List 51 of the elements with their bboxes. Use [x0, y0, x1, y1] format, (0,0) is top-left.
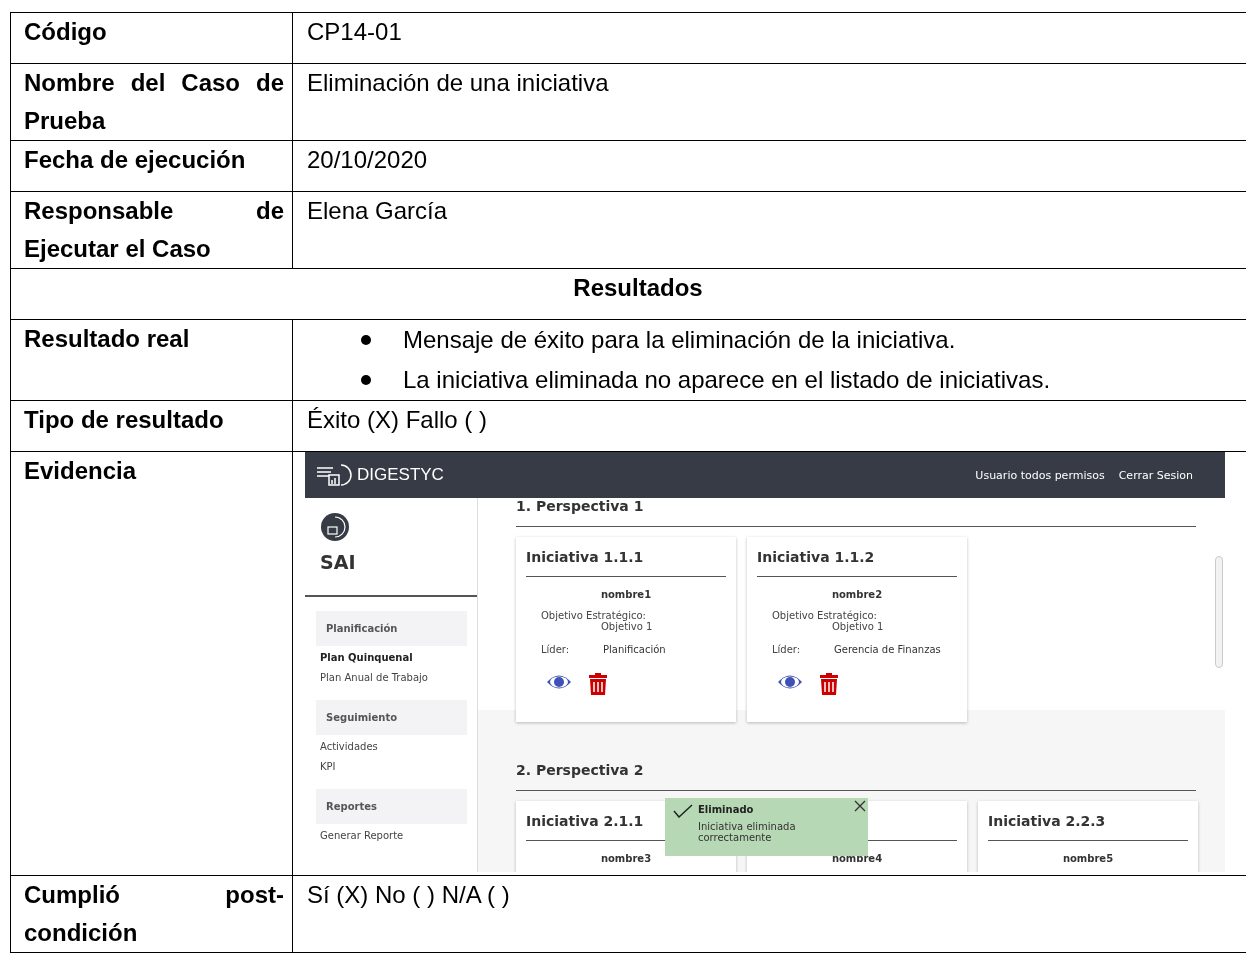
user-link[interactable]: Usuario todos permisos	[975, 468, 1105, 482]
initiative-name: nombre4	[830, 853, 884, 864]
field-label: Nombre del Caso de Prueba	[10, 63, 293, 141]
objective-label: Objetivo Estratégico:	[540, 610, 647, 621]
sidebar-item[interactable]: Actividades	[316, 735, 467, 755]
field-label: Responsable de Ejecutar el Caso	[10, 191, 293, 269]
eye-icon[interactable]	[546, 673, 572, 691]
objective-value: Objetivo 1	[601, 621, 654, 632]
sidebar-item[interactable]: KPI	[316, 755, 467, 775]
app-name: SAI	[320, 551, 357, 573]
initiative-name: nombre5	[1061, 853, 1115, 864]
leader-value: Gerencia de Finanzas	[834, 644, 941, 655]
objective-label: Objetivo Estratégico:	[771, 610, 878, 621]
scrollbar[interactable]	[1215, 556, 1223, 668]
leader-value: Planificación	[603, 644, 666, 655]
sidebar-item[interactable]: Plan Anual de Trabajo	[316, 666, 467, 686]
initiative-name: nombre1	[599, 589, 653, 600]
sidebar-section-header: Seguimiento	[316, 700, 467, 735]
card-title: Iniciativa 2.2.3	[988, 811, 1188, 841]
field-value: CP14-01	[292, 12, 1246, 64]
objective-value: Objetivo 1	[832, 621, 885, 632]
perspective-title: 2. Perspectiva 2	[516, 762, 1196, 791]
field-label: Código	[10, 12, 293, 64]
logo-icon	[317, 463, 353, 487]
sidebar-section-header: Reportes	[316, 789, 467, 824]
card-title: Iniciativa 1.1.2	[757, 547, 957, 577]
check-icon	[673, 804, 693, 818]
trash-icon[interactable]	[588, 673, 608, 695]
initiative-name: nombre3	[599, 853, 653, 864]
sidebar-item[interactable]: Generar Reporte	[316, 824, 467, 844]
field-label: Tipo de resultado	[10, 400, 293, 452]
result-item: Mensaje de éxito para la eliminación de la iniciativa.	[361, 320, 1246, 360]
sidebar-item[interactable]: Plan Quinquenal	[316, 646, 467, 666]
field-label: Cumplió post-condición	[10, 875, 293, 953]
card-title: Iniciativa 1.1.1	[526, 547, 726, 577]
app-logo-icon	[320, 512, 350, 542]
section-heading: Resultados	[10, 268, 1246, 320]
leader-label: Líder:	[540, 644, 571, 655]
initiative-name: nombre2	[830, 589, 884, 600]
leader-label: Líder:	[771, 644, 802, 655]
field-label: Evidencia	[10, 451, 293, 876]
trash-icon[interactable]	[819, 673, 839, 695]
field-label: Fecha de ejecución	[10, 140, 293, 192]
brand-name: DIGESTYC	[357, 465, 444, 485]
close-icon[interactable]	[854, 800, 866, 812]
field-label: Resultado real	[10, 319, 293, 401]
result-item: La iniciativa eliminada no aparece en el listado de iniciativas.	[361, 360, 1246, 400]
sidebar-section-header: Planificación	[316, 611, 467, 646]
logout-link[interactable]: Cerrar Sesion	[1118, 468, 1193, 482]
perspective-title: 1. Perspectiva 1	[516, 498, 1196, 527]
eye-icon[interactable]	[777, 673, 803, 691]
